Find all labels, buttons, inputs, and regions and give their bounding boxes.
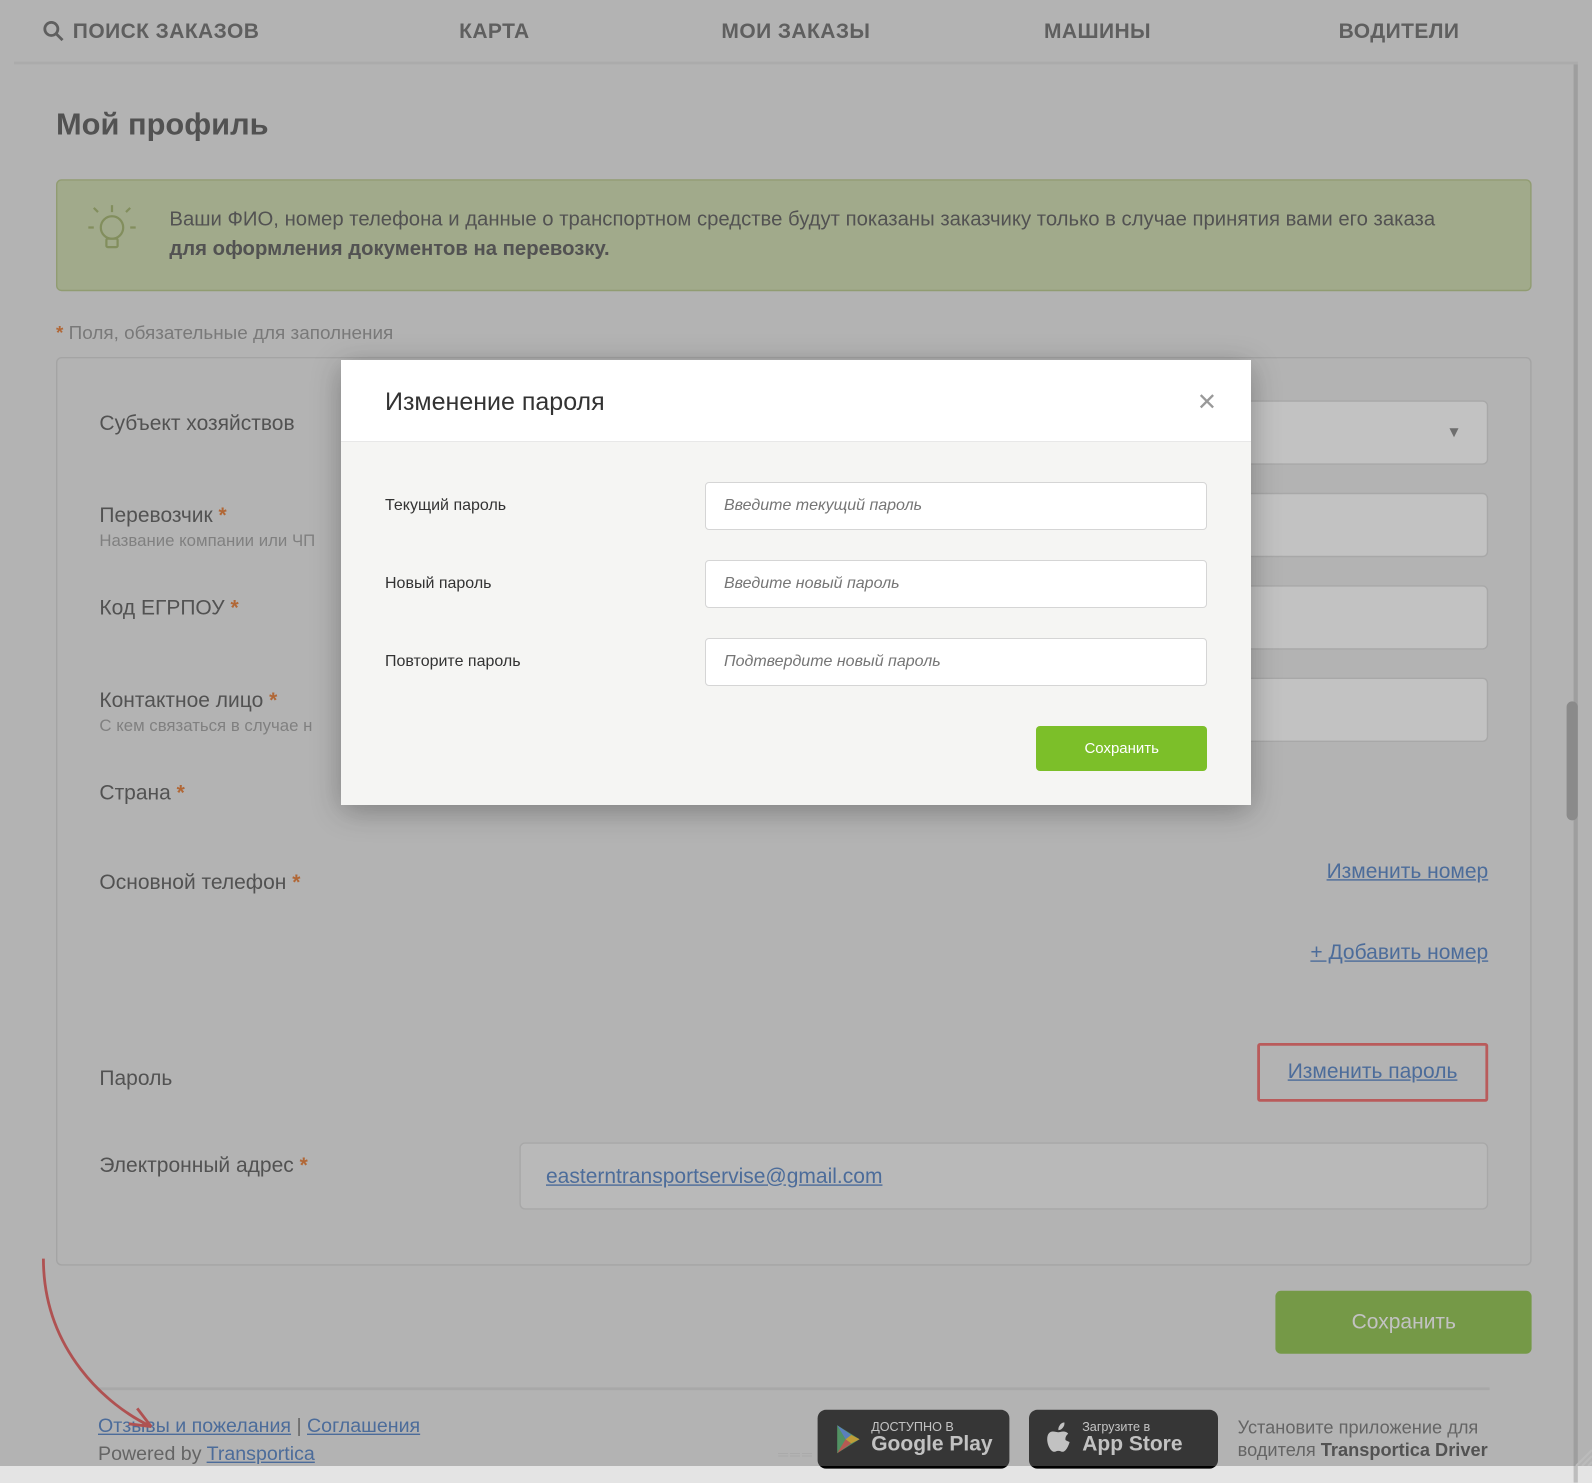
close-icon: ✕ [1197,389,1217,416]
drag-handle-icon[interactable]: ═══ [778,1446,814,1462]
modal-save-button[interactable]: Сохранить [1036,726,1207,771]
current-password-label: Текущий пароль [385,497,705,515]
current-password-input[interactable] [705,482,1207,530]
repeat-password-label: Повторите пароль [385,653,705,671]
modal-title: Изменение пароля [385,388,605,417]
change-password-modal: Изменение пароля ✕ Текущий пароль Новый … [341,360,1251,805]
modal-overlay: Изменение пароля ✕ Текущий пароль Новый … [0,0,1592,1466]
new-password-label: Новый пароль [385,575,705,593]
modal-close-button[interactable]: ✕ [1197,391,1217,415]
repeat-password-input[interactable] [705,638,1207,686]
resize-grip-icon[interactable] [1572,1446,1592,1466]
new-password-input[interactable] [705,560,1207,608]
